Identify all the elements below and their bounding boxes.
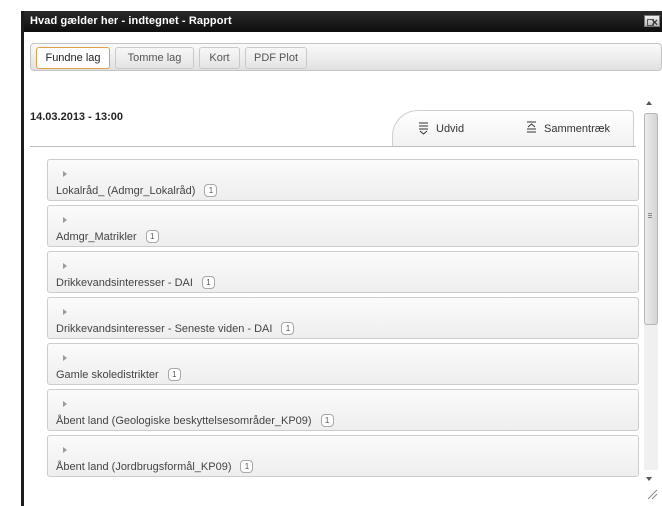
screen: Hvad gælder her - indtegnet - Rapport Fu…: [0, 0, 662, 506]
list-item[interactable]: Drikkevandsinteresser - DAI 1: [47, 251, 639, 293]
expand-collapse-bar: Udvid Sammentræk: [392, 110, 634, 147]
window-title: Hvad gælder her - indtegnet - Rapport: [30, 15, 232, 27]
layer-label: Drikkevandsinteresser - DAI 1: [56, 276, 215, 289]
collapse-all-label: Sammentræk: [544, 123, 611, 135]
layer-label: Åbent land (Geologiske beskyttelsesområd…: [56, 414, 334, 427]
count-badge: 1: [145, 230, 159, 243]
scrollbar-grip-icon: [648, 213, 652, 214]
list-item[interactable]: Admgr_Matrikler 1: [47, 205, 639, 247]
layer-label: Gamle skoledistrikter 1: [56, 368, 181, 381]
list-item[interactable]: Lokalråd_ (Admgr_Lokalråd) 1: [47, 159, 639, 201]
layer-label: Lokalråd_ (Admgr_Lokalråd) 1: [56, 184, 218, 197]
layer-label: Admgr_Matrikler 1: [56, 230, 159, 243]
expand-arrow-icon[interactable]: [63, 401, 67, 407]
report-window: Hvad gælder her - indtegnet - Rapport Fu…: [21, 11, 662, 506]
collapse-all-icon: [527, 121, 536, 133]
tab-tomme-lag[interactable]: Tomme lag: [115, 47, 194, 69]
layer-label: Åbent land (Jordbrugsformål_KP09) 1: [56, 460, 254, 473]
report-datetime: 14.03.2013 - 13:00: [30, 111, 123, 123]
expand-all-icon: [419, 122, 428, 135]
list-item[interactable]: Gamle skoledistrikter 1: [47, 343, 639, 385]
expand-arrow-icon[interactable]: [63, 217, 67, 223]
window-close-icon[interactable]: [644, 13, 660, 34]
expand-arrow-icon[interactable]: [63, 263, 67, 269]
count-badge: 1: [201, 276, 215, 289]
list-item[interactable]: Åbent land (Geologiske beskyttelsesområd…: [47, 389, 639, 431]
tab-kort[interactable]: Kort: [199, 47, 240, 69]
layer-label: Drikkevandsinteresser - Seneste viden - …: [56, 322, 295, 335]
expand-arrow-icon[interactable]: [63, 355, 67, 361]
list-item[interactable]: Åbent land (Jordbrugsformål_KP09) 1: [47, 435, 639, 477]
expand-all-label: Udvid: [436, 123, 465, 135]
header-divider: [30, 146, 636, 147]
collapse-all-button[interactable]: Sammentræk: [527, 121, 611, 135]
list-item[interactable]: Drikkevandsinteresser - Seneste viden - …: [47, 297, 639, 339]
vertical-scrollbar[interactable]: [643, 99, 660, 484]
expand-arrow-icon[interactable]: [63, 171, 67, 177]
count-badge: 1: [204, 184, 218, 197]
layer-list: Lokalråd_ (Admgr_Lokalråd) 1 Admgr_Matrik…: [47, 159, 639, 481]
count-badge: 1: [320, 414, 334, 427]
resize-grip-icon[interactable]: [646, 488, 658, 500]
scrollbar-thumb[interactable]: [644, 113, 658, 325]
window-titlebar[interactable]: Hvad gælder her - indtegnet - Rapport: [24, 11, 662, 34]
count-badge: 1: [240, 460, 254, 473]
scroll-down-arrow-icon[interactable]: [646, 477, 652, 481]
tab-bar: Fundne lag Tomme lag Kort PDF Plot: [30, 43, 662, 71]
report-content: 14.03.2013 - 13:00 Udvid Sammentræk Loka…: [30, 85, 662, 485]
scroll-up-arrow-icon[interactable]: [646, 101, 652, 105]
count-badge: 1: [281, 322, 295, 335]
expand-all-button[interactable]: Udvid: [419, 122, 465, 135]
tab-fundne-lag[interactable]: Fundne lag: [36, 47, 110, 69]
expand-arrow-icon[interactable]: [63, 309, 67, 315]
count-badge: 1: [167, 368, 181, 381]
tab-pdf-plot[interactable]: PDF Plot: [245, 47, 307, 69]
expand-arrow-icon[interactable]: [63, 447, 67, 453]
